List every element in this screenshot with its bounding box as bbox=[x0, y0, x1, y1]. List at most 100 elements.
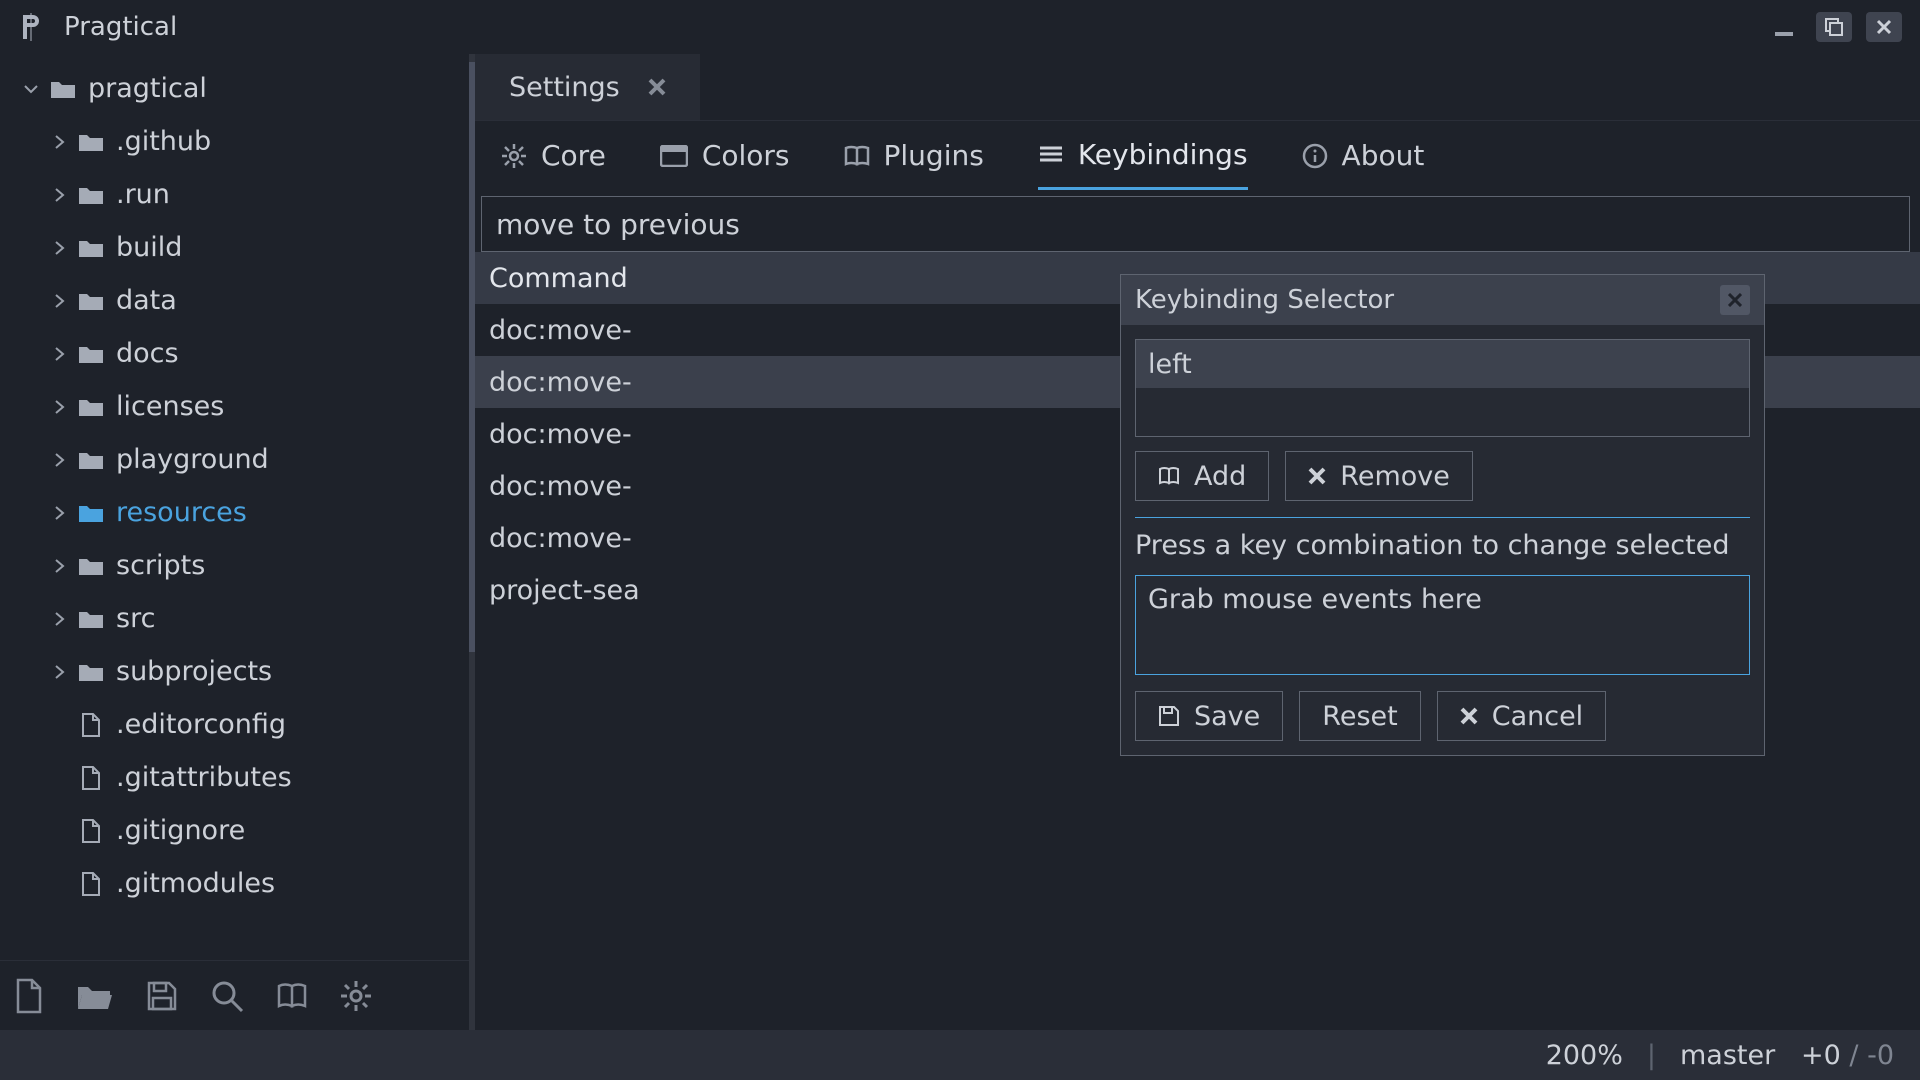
tree-folder[interactable]: src bbox=[0, 592, 475, 645]
kb-header-command: Command bbox=[489, 263, 628, 294]
tree-folder[interactable]: scripts bbox=[0, 539, 475, 592]
tree-item-label: src bbox=[116, 603, 155, 634]
folder-icon bbox=[76, 344, 106, 364]
subnav-colors[interactable]: Colors bbox=[660, 121, 790, 190]
tree-item-label: .run bbox=[116, 179, 170, 210]
tree-item-label: data bbox=[116, 285, 177, 316]
folder-icon bbox=[76, 450, 106, 470]
key-list-item[interactable] bbox=[1136, 388, 1749, 436]
kb-command-cell: doc:move- bbox=[489, 471, 632, 502]
tree-folder[interactable]: build bbox=[0, 221, 475, 274]
tree-item-label: docs bbox=[116, 338, 179, 369]
file-icon bbox=[76, 872, 106, 896]
kb-command-cell: doc:move- bbox=[489, 315, 632, 346]
chevron-right-icon bbox=[48, 293, 70, 309]
save-icon[interactable] bbox=[146, 980, 178, 1012]
tab-label: Settings bbox=[509, 72, 620, 103]
tree-folder[interactable]: playground bbox=[0, 433, 475, 486]
open-folder-icon[interactable] bbox=[76, 981, 114, 1011]
diff-del: -0 bbox=[1867, 1040, 1894, 1071]
tree-folder[interactable]: data bbox=[0, 274, 475, 327]
tree-file[interactable]: .gitattributes bbox=[0, 751, 475, 804]
kb-command-cell: doc:move- bbox=[489, 419, 632, 450]
tree-file[interactable]: .gitmodules bbox=[0, 857, 475, 910]
remove-button[interactable]: Remove bbox=[1285, 451, 1473, 501]
window-icon bbox=[660, 145, 688, 167]
tab-settings[interactable]: Settings bbox=[475, 54, 701, 120]
tree-folder[interactable]: resources bbox=[0, 486, 475, 539]
key-list: left bbox=[1135, 339, 1750, 437]
chevron-right-icon bbox=[48, 134, 70, 150]
close-icon bbox=[1308, 467, 1326, 485]
kb-command-cell: doc:move- bbox=[489, 523, 632, 554]
add-button[interactable]: Add bbox=[1135, 451, 1269, 501]
tree-file[interactable]: .gitignore bbox=[0, 804, 475, 857]
search-icon[interactable] bbox=[210, 979, 244, 1013]
key-list-item[interactable]: left bbox=[1136, 340, 1749, 388]
save-button[interactable]: Save bbox=[1135, 691, 1283, 741]
close-button[interactable] bbox=[1866, 12, 1902, 42]
gear-icon bbox=[501, 143, 527, 169]
subnav-about[interactable]: About bbox=[1302, 121, 1425, 190]
subnav-label: About bbox=[1342, 139, 1425, 172]
app-logo-icon bbox=[18, 14, 44, 40]
tree-root-label: pragtical bbox=[88, 73, 207, 104]
kb-command-cell: project-sea bbox=[489, 575, 640, 606]
minimize-button[interactable] bbox=[1766, 12, 1802, 42]
new-file-icon[interactable] bbox=[14, 978, 44, 1014]
content-area: Settings Core Colors Plugins Keybindings Abo… bbox=[475, 54, 1920, 1030]
save-icon bbox=[1158, 705, 1180, 727]
keybinding-filter-input[interactable]: move to previous bbox=[481, 196, 1910, 252]
remove-label: Remove bbox=[1340, 461, 1450, 492]
tree-item-label: subprojects bbox=[116, 656, 272, 687]
tree-item-label: resources bbox=[116, 497, 247, 528]
tree-file[interactable]: .editorconfig bbox=[0, 698, 475, 751]
subnav-core[interactable]: Core bbox=[501, 121, 606, 190]
zoom-level[interactable]: 200% bbox=[1546, 1040, 1623, 1071]
subnav-plugins[interactable]: Plugins bbox=[844, 121, 984, 190]
menu-icon bbox=[1038, 144, 1064, 164]
gear-icon[interactable] bbox=[340, 980, 372, 1012]
kb-command-cell: doc:move- bbox=[489, 367, 632, 398]
subnav-label: Keybindings bbox=[1078, 138, 1248, 171]
folder-icon bbox=[76, 503, 106, 523]
chevron-right-icon bbox=[48, 505, 70, 521]
cancel-label: Cancel bbox=[1492, 701, 1583, 732]
file-icon bbox=[76, 819, 106, 843]
tree-folder[interactable]: .run bbox=[0, 168, 475, 221]
maximize-button[interactable] bbox=[1816, 12, 1852, 42]
settings-subnav: Core Colors Plugins Keybindings About bbox=[475, 120, 1920, 190]
app-title: Pragtical bbox=[64, 12, 177, 42]
tree-item-label: .gitattributes bbox=[116, 762, 292, 793]
dialog-title: Keybinding Selector bbox=[1135, 285, 1394, 315]
diff-sep: / bbox=[1849, 1040, 1858, 1071]
sidebar: pragtical .github .run build data docs l… bbox=[0, 54, 475, 1030]
file-icon bbox=[76, 713, 106, 737]
close-icon bbox=[1460, 707, 1478, 725]
chevron-right-icon bbox=[48, 558, 70, 574]
folder-open-icon bbox=[48, 79, 78, 99]
cancel-button[interactable]: Cancel bbox=[1437, 691, 1606, 741]
tree-folder[interactable]: licenses bbox=[0, 380, 475, 433]
tree-folder[interactable]: .github bbox=[0, 115, 475, 168]
folder-icon bbox=[76, 397, 106, 417]
folder-icon bbox=[76, 132, 106, 152]
folder-icon bbox=[76, 238, 106, 258]
git-branch[interactable]: master +0 / -0 bbox=[1680, 1040, 1894, 1071]
book-icon[interactable] bbox=[276, 982, 308, 1010]
folder-icon bbox=[76, 609, 106, 629]
diff-add: +0 bbox=[1801, 1040, 1841, 1071]
key-label: left bbox=[1148, 349, 1192, 380]
chevron-right-icon bbox=[48, 664, 70, 680]
tree-folder[interactable]: subprojects bbox=[0, 645, 475, 698]
reset-button[interactable]: Reset bbox=[1299, 691, 1420, 741]
tree-folder[interactable]: docs bbox=[0, 327, 475, 380]
close-icon[interactable] bbox=[1720, 285, 1750, 315]
divider bbox=[1135, 517, 1750, 518]
close-icon[interactable] bbox=[648, 78, 666, 96]
add-label: Add bbox=[1194, 461, 1246, 492]
key-grab-input[interactable]: Grab mouse events here bbox=[1135, 575, 1750, 675]
tree-root[interactable]: pragtical bbox=[0, 62, 475, 115]
folder-icon bbox=[76, 556, 106, 576]
subnav-keybindings[interactable]: Keybindings bbox=[1038, 121, 1248, 190]
